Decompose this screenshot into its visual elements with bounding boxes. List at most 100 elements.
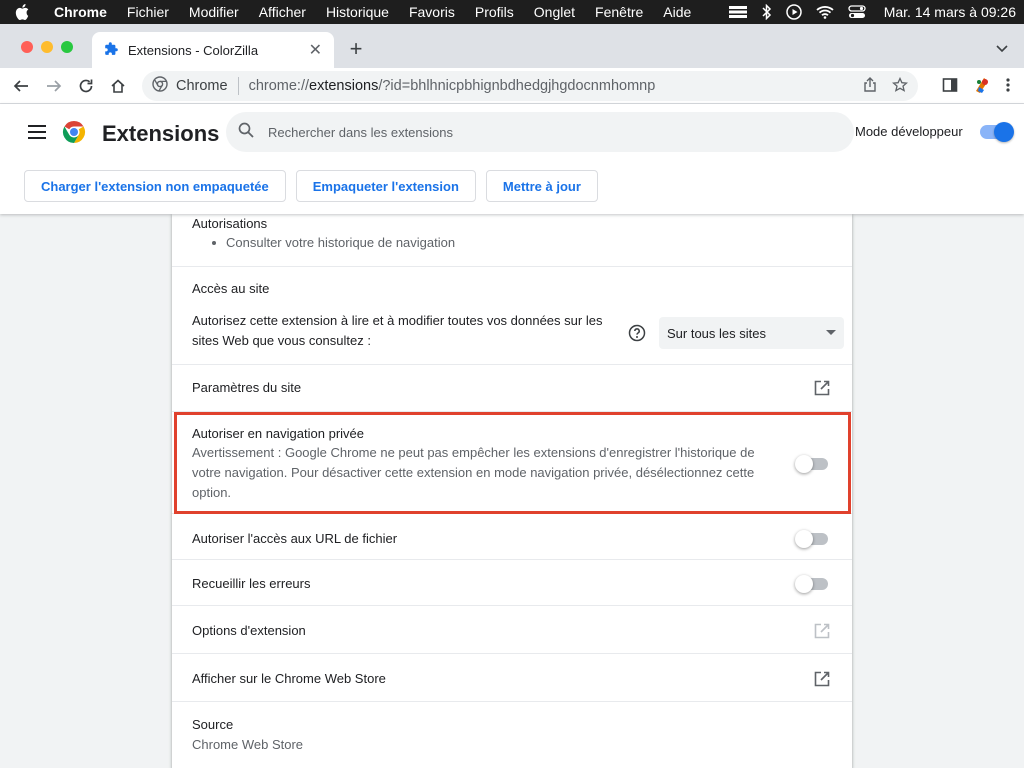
tab-extensions[interactable]: Extensions - ColorZilla ✕ (92, 32, 334, 68)
close-tab-icon[interactable]: ✕ (309, 40, 322, 60)
back-arrow-icon[interactable] (10, 75, 32, 97)
site-access-description-line: Autorisez cette extension à lire et à mo… (192, 313, 603, 328)
extensions-header: Extensions Mode développeur Charger l'ex… (0, 104, 1024, 214)
menu-favoris[interactable]: Favoris (399, 4, 465, 20)
menu-modifier[interactable]: Modifier (179, 4, 249, 20)
forward-arrow-icon[interactable] (43, 75, 65, 97)
control-center-icon[interactable] (848, 5, 866, 19)
open-in-new-icon[interactable] (814, 671, 830, 690)
bluetooth-icon[interactable] (762, 4, 772, 20)
search-icon (238, 122, 254, 143)
tab-title: Extensions - ColorZilla (128, 42, 259, 58)
chrome-site-icon[interactable] (152, 76, 168, 96)
menu-fenetre[interactable]: Fenêtre (585, 4, 653, 20)
webstore-label: Afficher sur le Chrome Web Store (192, 671, 386, 686)
toggle-knob (795, 530, 813, 548)
collect-errors-row: Recueillir les erreurs (172, 560, 852, 606)
close-window-button[interactable] (21, 41, 33, 53)
menu-onglet[interactable]: Onglet (524, 4, 585, 20)
menu-fichier[interactable]: Fichier (117, 4, 179, 20)
collect-errors-toggle[interactable] (795, 575, 828, 593)
extension-details-card: Autorisations Consulter votre historique… (172, 214, 852, 768)
new-tab-button[interactable]: + (344, 36, 368, 62)
browser-toolbar: Chrome chrome://extensions/?id=bhlhnicpb… (0, 68, 1024, 104)
source-title: Source (192, 717, 234, 732)
site-settings-row[interactable]: Paramètres du site (172, 365, 852, 412)
menu-bar: Chrome Fichier Modifier Afficher Histori… (0, 0, 1024, 24)
update-button[interactable]: Mettre à jour (485, 170, 598, 202)
menu-afficher[interactable]: Afficher (249, 4, 316, 20)
permissions-title: Autorisations (192, 216, 268, 231)
wifi-icon[interactable] (816, 5, 834, 19)
toggle-knob (994, 122, 1014, 142)
stack-icon[interactable] (728, 5, 748, 19)
play-circle-icon[interactable] (785, 4, 802, 20)
toggle-knob (795, 575, 813, 593)
menu-aide[interactable]: Aide (653, 4, 701, 20)
menu-profils[interactable]: Profils (465, 4, 524, 20)
extension-colorzilla-icon[interactable] (972, 75, 992, 100)
apple-menu-icon[interactable] (0, 4, 44, 20)
source-value: Chrome Web Store (192, 737, 304, 752)
developer-mode-label: Mode développeur (855, 124, 963, 139)
site-settings-label: Paramètres du site (192, 380, 302, 395)
menu-historique[interactable]: Historique (316, 4, 399, 20)
zoom-window-button[interactable] (61, 41, 73, 53)
permission-item: Consulter votre historique de navigation (212, 235, 455, 250)
site-access-row: Accès au site Autorisez cette extension … (172, 267, 852, 365)
pack-extension-button[interactable]: Empaqueter l'extension (295, 170, 476, 202)
address-bar[interactable]: Chrome chrome://extensions/?id=bhlhnicpb… (142, 71, 918, 101)
search-input[interactable] (268, 124, 808, 140)
menu-clock[interactable]: Mar. 14 mars à 09:26 (884, 4, 1016, 20)
site-access-description-line: sites Web que vous consultez : (192, 333, 371, 348)
collect-errors-label: Recueillir les erreurs (192, 576, 311, 591)
webstore-row[interactable]: Afficher sur le Chrome Web Store (172, 654, 852, 702)
incognito-warning-line: Avertissement : Google Chrome ne peut pa… (192, 445, 755, 460)
developer-mode-toggle[interactable] (980, 122, 1014, 142)
bookmark-star-icon[interactable] (891, 76, 909, 97)
site-access-value: Sur tous les sites (667, 325, 766, 341)
source-row: Source Chrome Web Store (172, 702, 852, 768)
permissions-row: Autorisations Consulter votre historique… (172, 214, 852, 267)
file-urls-label: Autoriser l'accès aux URL de fichier (192, 531, 398, 546)
home-icon[interactable] (107, 75, 129, 97)
incognito-warning: Avertissement : Google Chrome ne peut pa… (192, 443, 755, 503)
address-separator (237, 77, 239, 95)
extension-options-row[interactable]: Options d'extension (172, 606, 852, 654)
hamburger-menu-icon[interactable] (28, 125, 46, 144)
puzzle-icon (104, 41, 118, 59)
site-access-description: Autorisez cette extension à lire et à mo… (192, 311, 602, 351)
site-label: Chrome (176, 78, 228, 94)
help-icon[interactable] (628, 324, 646, 345)
more-vertical-icon[interactable] (1006, 77, 1010, 98)
incognito-warning-line: votre navigation. Pour désactiver cette … (192, 465, 755, 480)
toggle-knob (795, 455, 813, 473)
chrome-logo-icon (62, 120, 86, 149)
tab-strip: Extensions - ColorZilla ✕ + (0, 24, 1024, 68)
file-urls-toggle[interactable] (795, 530, 828, 548)
file-urls-row: Autoriser l'accès aux URL de fichier (172, 514, 852, 560)
reload-icon[interactable] (75, 75, 97, 97)
dropdown-caret-icon (826, 330, 836, 335)
window-controls (21, 41, 73, 53)
url-text: chrome://extensions/?id=bhlhnicpbhignbdh… (249, 78, 656, 94)
url-path: /?id=bhlhnicpbhignbdhedgjhgdocnmhomnp (378, 78, 656, 94)
menu-app-name[interactable]: Chrome (44, 4, 117, 20)
extensions-search-box[interactable] (226, 112, 854, 152)
page-title: Extensions (102, 121, 220, 146)
site-access-select[interactable]: Sur tous les sites (659, 317, 844, 349)
minimize-window-button[interactable] (41, 41, 53, 53)
share-icon[interactable] (862, 77, 878, 97)
site-access-title: Accès au site (192, 281, 270, 296)
extension-options-label: Options d'extension (192, 623, 306, 638)
open-in-new-icon (814, 623, 830, 642)
incognito-toggle[interactable] (795, 455, 828, 473)
chevron-down-icon[interactable] (996, 40, 1008, 58)
load-unpacked-button[interactable]: Charger l'extension non empaquetée (24, 170, 286, 202)
url-scheme: chrome:// (248, 78, 310, 94)
incognito-title: Autoriser en navigation privée (192, 426, 364, 441)
open-in-new-icon[interactable] (814, 380, 830, 399)
side-panel-icon[interactable] (942, 77, 958, 98)
url-host: extensions (309, 78, 379, 94)
incognito-row: Autoriser en navigation privée Avertisse… (172, 412, 852, 514)
